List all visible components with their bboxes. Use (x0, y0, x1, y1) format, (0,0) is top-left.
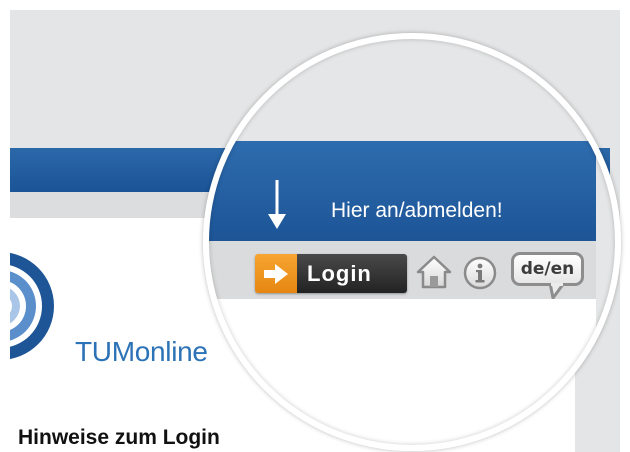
screenshot-stage: TUMonline Hinweise zum Login Hier an/abm… (0, 0, 630, 452)
tumonline-logo-icon (10, 248, 72, 364)
magnifier-ring (203, 33, 621, 451)
login-hints-heading: Hinweise zum Login (18, 426, 220, 449)
brand-name: TUMonline (75, 336, 208, 367)
